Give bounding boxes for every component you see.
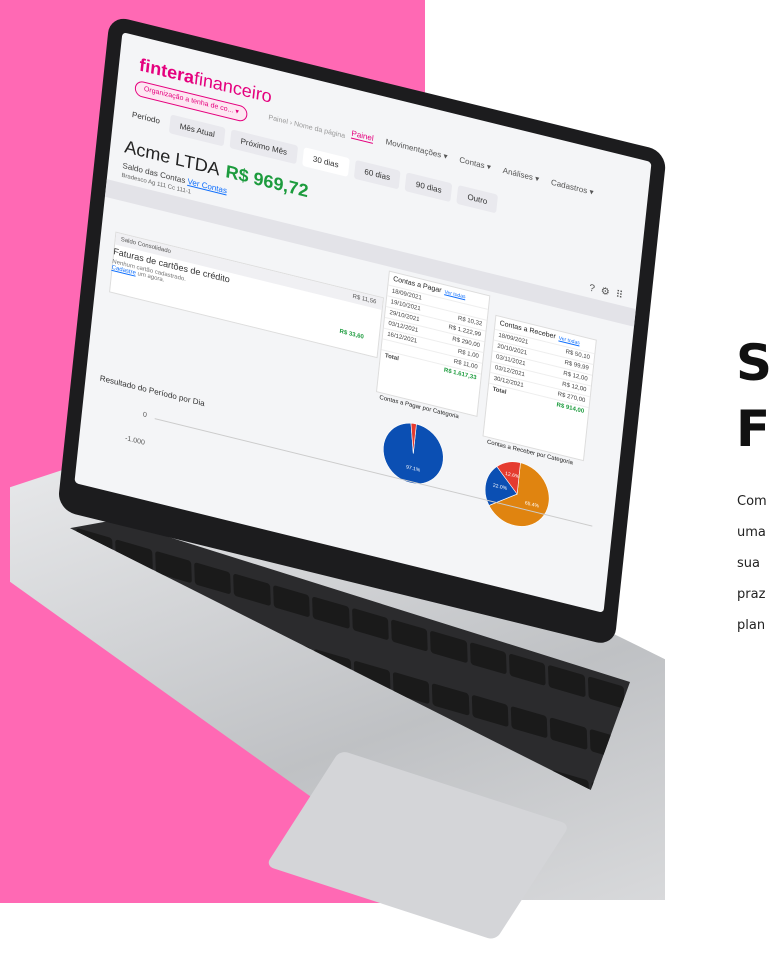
tab-outro[interactable]: Outro bbox=[456, 185, 499, 214]
nav-painel[interactable]: Painel bbox=[350, 128, 375, 144]
keyboard-key bbox=[272, 584, 310, 618]
contas-pagar-card: Contas a PagarVer todas 18/09/2021 19/10… bbox=[375, 270, 491, 417]
keyboard-key bbox=[160, 708, 198, 742]
keyboard-key bbox=[240, 784, 278, 790]
help-icon[interactable]: ? bbox=[589, 283, 596, 295]
keyboard-key bbox=[122, 750, 160, 784]
contas-receber-card: Contas a ReceberVer todas 18/09/2021 R$ 5… bbox=[482, 314, 597, 462]
keyboard-key bbox=[201, 773, 239, 790]
nav-contas[interactable]: Contas ▾ bbox=[459, 155, 491, 173]
period-label: Período bbox=[131, 110, 161, 126]
keyboard-key bbox=[233, 573, 271, 607]
keyboard-key bbox=[351, 607, 389, 641]
keyboard-key bbox=[81, 686, 119, 719]
keyboard-key bbox=[550, 717, 588, 751]
keyboard-key bbox=[510, 706, 548, 739]
tab-proximo-mes[interactable]: Próximo Mês bbox=[229, 129, 298, 165]
nav-analises[interactable]: Análises ▾ bbox=[502, 166, 539, 185]
keyboard-key bbox=[162, 761, 200, 790]
laptop-mockup: finterafinanceiro Organização a tenha de… bbox=[0, 0, 771, 941]
nav-cadastros[interactable]: Cadastros ▾ bbox=[550, 178, 594, 198]
keyboard-key bbox=[312, 596, 350, 630]
breadcrumb: Painel › Nome da página bbox=[268, 114, 346, 141]
axis-neg-label: -1.000 bbox=[124, 435, 146, 447]
keyboard-key bbox=[194, 562, 232, 595]
resultado-title: Resultado do Período por Dia bbox=[99, 373, 206, 409]
keyboard-key bbox=[390, 619, 428, 652]
keyboard-key bbox=[469, 641, 507, 675]
tab-60-dias[interactable]: 60 dias bbox=[353, 159, 402, 190]
balance-amount: R$ 969,72 bbox=[224, 161, 310, 202]
laptop-screen: finterafinanceiro Organização a tenha de… bbox=[74, 32, 652, 613]
keyboard-key bbox=[120, 697, 159, 731]
keyboard-key bbox=[548, 664, 586, 698]
tab-30-dias[interactable]: 30 dias bbox=[301, 147, 350, 177]
settings-icon[interactable]: ⚙ bbox=[600, 286, 610, 299]
axis-zero-label: 0 bbox=[142, 411, 148, 420]
keyboard-key bbox=[83, 738, 121, 772]
keyboard-key bbox=[508, 653, 546, 687]
keyboard-key bbox=[432, 683, 470, 716]
tab-mes-atual[interactable]: Mês Atual bbox=[168, 114, 226, 147]
apps-icon[interactable]: ⠿ bbox=[615, 289, 623, 302]
nav-movimentacoes[interactable]: Movimentações ▾ bbox=[385, 137, 448, 162]
keyboard-key bbox=[430, 630, 468, 664]
pagar-categoria-pie: 97.1% bbox=[382, 422, 444, 485]
receber-categoria-pie: 65.4%22.0%12.6% bbox=[484, 461, 550, 527]
tab-90-dias[interactable]: 90 dias bbox=[405, 172, 453, 203]
keyboard-key bbox=[471, 694, 509, 728]
keyboard-key bbox=[587, 676, 625, 709]
